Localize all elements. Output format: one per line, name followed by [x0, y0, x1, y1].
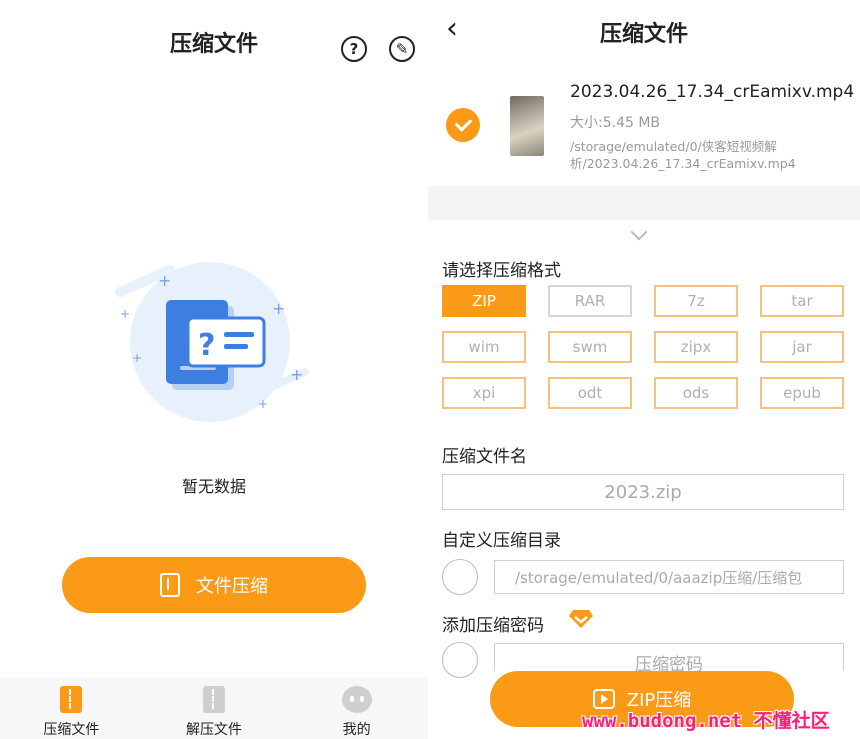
format-option-xpi[interactable]: xpi: [442, 377, 526, 409]
password-label: 添加压缩密码: [442, 616, 544, 636]
nav-label: 解压文件: [186, 722, 242, 738]
filename-input[interactable]: 2023.zip: [442, 474, 844, 510]
file-compress-label: 文件压缩: [196, 576, 268, 597]
chevron-down-icon[interactable]: [630, 223, 648, 241]
page-title: 压缩文件: [599, 22, 688, 47]
format-option-jar[interactable]: jar: [760, 331, 844, 363]
bottom-nav: 压缩文件 解压文件 我的: [0, 678, 428, 739]
format-option-zipx[interactable]: zipx: [654, 331, 738, 363]
video-thumbnail: [510, 96, 544, 156]
watermark: www.budong.net 不懂社区: [582, 710, 830, 732]
file-name: 2023.04.26_17.34_crEamixv.mp4: [570, 82, 855, 102]
empty-state-text: 暂无数据: [181, 477, 246, 496]
unzip-file-icon: [203, 686, 225, 713]
password-input[interactable]: 压缩密码: [494, 643, 844, 671]
svg-text:+: +: [272, 299, 285, 318]
format-label: 请选择压缩格式: [442, 261, 561, 281]
file-path: /storage/emulated/0/侠客短视频解析/2023.04.26_1…: [570, 139, 796, 171]
svg-text:?: ?: [198, 328, 215, 363]
profile-face-icon: [341, 686, 372, 713]
svg-text:+: +: [158, 271, 171, 290]
compress-settings-screen: ‹ 压缩文件 2023.04.26_17.34_crEamixv.mp4 大小:…: [428, 0, 860, 739]
format-option-zip[interactable]: ZIP: [442, 285, 526, 317]
file-row[interactable]: 2023.04.26_17.34_crEamixv.mp4 大小:5.45 MB…: [428, 62, 860, 186]
svg-text:+: +: [290, 365, 303, 384]
format-option-tar[interactable]: tar: [760, 285, 844, 317]
filename-label: 压缩文件名: [442, 447, 527, 467]
nav-label: 压缩文件: [43, 722, 100, 738]
compress-home-screen: 压缩文件 ? ✎ + + + + + + ? 暂无数据 文件压缩 压缩文件 解压…: [0, 0, 428, 739]
format-grid: ZIP RAR 7z tar wim swm zipx jar xpi odt …: [442, 285, 846, 409]
zip-file-icon: [60, 686, 83, 713]
diamond-vip-icon: [569, 610, 593, 628]
svg-text:+: +: [120, 307, 130, 321]
nav-item-compress[interactable]: 压缩文件: [0, 678, 143, 739]
edit-circle-icon[interactable]: ✎: [389, 36, 415, 62]
format-option-odt[interactable]: odt: [548, 377, 632, 409]
zip-doc-icon: [160, 573, 180, 597]
format-option-rar[interactable]: RAR: [548, 285, 632, 317]
format-option-7z[interactable]: 7z: [654, 285, 738, 317]
format-option-ods[interactable]: ods: [654, 377, 738, 409]
question-circle-icon[interactable]: ?: [341, 36, 367, 62]
password-radio[interactable]: [442, 642, 478, 678]
format-option-epub[interactable]: epub: [760, 377, 844, 409]
nav-label: 我的: [342, 722, 371, 738]
empty-state-illustration: + + + + + + ?: [115, 262, 309, 422]
file-compress-button[interactable]: 文件压缩: [62, 557, 366, 613]
dir-input[interactable]: /storage/emulated/0/aaazip压缩/压缩包: [494, 560, 844, 594]
selected-file-card: 2023.04.26_17.34_crEamixv.mp4 大小:5.45 MB…: [428, 62, 860, 220]
file-size: 大小:5.45 MB: [570, 115, 661, 131]
format-option-wim[interactable]: wim: [442, 331, 526, 363]
custom-dir-radio[interactable]: [442, 559, 478, 595]
check-icon[interactable]: [446, 108, 480, 142]
nav-item-extract[interactable]: 解压文件: [143, 678, 286, 739]
svg-text:+: +: [258, 397, 268, 411]
format-option-swm[interactable]: swm: [548, 331, 632, 363]
svg-text:+: +: [132, 351, 142, 365]
dir-label: 自定义压缩目录: [442, 531, 561, 551]
nav-item-me[interactable]: 我的: [285, 678, 428, 739]
